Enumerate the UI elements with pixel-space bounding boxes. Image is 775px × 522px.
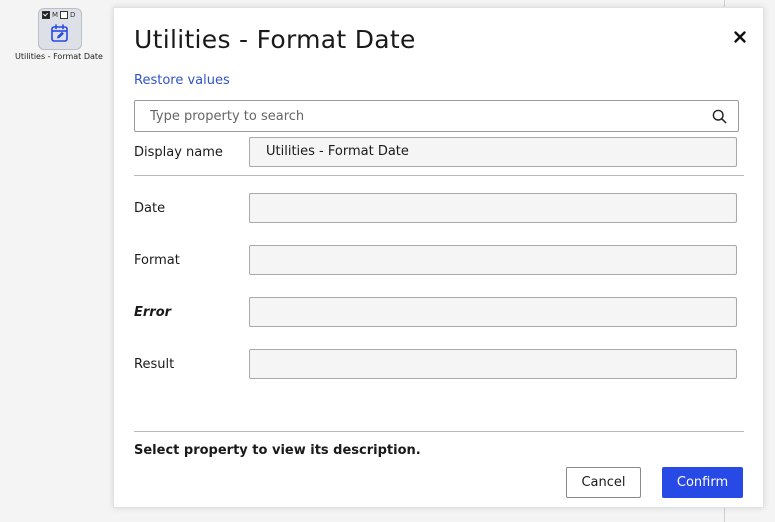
property-label-result: Result xyxy=(134,357,175,372)
result-field[interactable] xyxy=(249,349,737,379)
display-name-label: Display name xyxy=(134,145,223,160)
search-icon[interactable] xyxy=(712,109,727,124)
workflow-node[interactable]: M D xyxy=(38,8,82,50)
error-field[interactable] xyxy=(249,297,737,327)
property-description: Select property to view its description. xyxy=(134,443,421,458)
flag-checkbox-checked[interactable] xyxy=(42,11,50,19)
node-flags: M D xyxy=(42,11,75,19)
dialog-title: Utilities - Format Date xyxy=(134,25,416,54)
format-field[interactable] xyxy=(249,245,737,275)
property-label-error: Error xyxy=(134,305,172,320)
workflow-canvas[interactable]: M D Utilities - Format Date Utilities - … xyxy=(0,0,775,522)
property-label-format: Format xyxy=(134,253,180,268)
flag-checkbox[interactable] xyxy=(60,11,69,19)
divider xyxy=(134,175,744,176)
flag-m-label: M xyxy=(52,11,59,19)
property-label-date: Date xyxy=(134,201,166,216)
search-box xyxy=(134,100,739,132)
properties-dialog: Utilities - Format Date Restore values D… xyxy=(113,7,764,508)
search-input[interactable] xyxy=(135,101,710,131)
date-field[interactable] xyxy=(249,193,737,223)
confirm-button[interactable]: Confirm xyxy=(662,467,743,498)
display-name-field[interactable]: Utilities - Format Date xyxy=(249,137,737,167)
calendar-edit-icon xyxy=(51,24,68,42)
divider xyxy=(134,431,744,432)
flag-d-label: D xyxy=(70,11,76,19)
cancel-button[interactable]: Cancel xyxy=(566,467,641,498)
close-icon[interactable] xyxy=(732,29,748,45)
restore-values-link[interactable]: Restore values xyxy=(134,73,230,88)
node-label: Utilities - Format Date xyxy=(15,52,103,61)
